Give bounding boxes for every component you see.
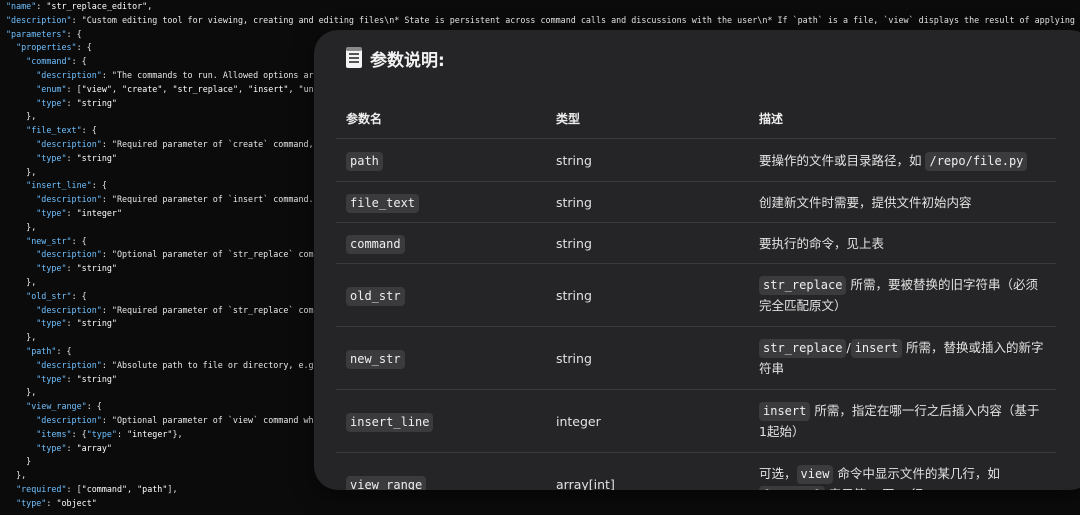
param-description: 要执行的命令，见上表: [749, 222, 1056, 264]
memo-icon: [346, 46, 362, 68]
param-description: str_replace / insert 所需，替换或插入的新字符串: [749, 326, 1056, 390]
code-line: "command": {: [26, 56, 87, 67]
param-type: string: [546, 222, 749, 264]
code-line: "type": "string": [36, 97, 117, 108]
param-type: integer: [546, 389, 749, 453]
code-line: "type": "object": [16, 497, 97, 508]
param-name: file_text: [346, 193, 420, 213]
header-desc: 描述: [749, 98, 1056, 139]
param-name-cell: new_str: [336, 326, 546, 390]
param-type: string: [546, 138, 749, 182]
code-line: "enum": ["view", "create", "str_replace"…: [36, 83, 319, 94]
code-line: },: [6, 221, 37, 232]
param-description: 要操作的文件或目录路径，如 /repo/file.py: [749, 138, 1056, 182]
param-name: insert_line: [346, 412, 434, 432]
param-name: new_str: [346, 349, 405, 369]
description-text: 要执行的命令，见上表: [759, 235, 885, 251]
code-line: "description": "The commands to run. All…: [36, 70, 319, 80]
parameter-panel: 参数说明: 参数名 类型 描述 path string 要操作的文件或目录路径，如 …: [314, 30, 1080, 490]
header-name: 参数名: [336, 98, 546, 139]
code-line: "required": ["command", "path"],: [16, 484, 178, 494]
code-line: },: [6, 470, 27, 481]
code-line: "view_range": {: [26, 401, 102, 412]
param-type: string: [546, 326, 749, 390]
param-description: str_replace 所需，要被替换的旧字符串（必须完全匹配原文）: [749, 263, 1056, 327]
param-name-cell: path: [336, 138, 546, 182]
code-line: "new_str": {: [26, 235, 87, 246]
table-row: file_text string 创建新文件时需要，提供文件初始内容: [336, 181, 1056, 223]
code-line: "path": {: [26, 346, 72, 356]
code-line: },: [6, 277, 37, 287]
param-name-cell: insert_line: [336, 389, 546, 453]
code-line: "type": "string": [36, 263, 117, 274]
code-line: "type": "string": [36, 318, 117, 329]
code-line: "description": "Required parameter of `c…: [36, 139, 314, 149]
inline-code: /repo/file.py: [925, 151, 1028, 171]
code-line: "type": "string": [36, 373, 117, 384]
inline-code: view: [796, 465, 834, 484]
panel-title-text: 参数说明:: [370, 50, 445, 71]
param-type: string: [546, 263, 749, 327]
code-line: "insert_line": {: [26, 180, 107, 191]
code-line: "description": "Optional parameter of `s…: [36, 249, 319, 260]
param-name-cell: view_range: [336, 452, 546, 490]
code-line: "description": "Absolute path to file or…: [36, 359, 319, 370]
param-name: old_str: [346, 286, 405, 306]
inline-code: str_replace: [759, 339, 847, 358]
code-line: "type": "array": [36, 442, 112, 453]
param-description: insert 所需，指定在哪一行之后插入内容（基于1起始）: [749, 389, 1056, 453]
param-description: 创建新文件时需要，提供文件初始内容: [749, 181, 1056, 223]
code-line: "old_str": {: [26, 290, 87, 301]
param-description: 可选，view 命令中显示文件的某几行，如 [10, 20] 表示第10至20行: [749, 452, 1056, 490]
description-text: 可选，: [759, 466, 797, 481]
param-name-cell: command: [336, 222, 546, 264]
inline-code: insert: [759, 402, 811, 421]
code-line: }: [6, 456, 32, 467]
table-row: path string 要操作的文件或目录路径，如 /repo/file.py: [336, 138, 1056, 182]
table-row: view_range array[int] 可选， view 命令中显示文件的某几行，…: [336, 452, 1056, 490]
code-line: "description": "Optional parameter of `v…: [36, 415, 319, 425]
param-name: command: [346, 234, 405, 254]
description-text: 表示第10至20行: [825, 487, 923, 490]
table-row: command string 要执行的命令，见上表: [336, 222, 1056, 264]
param-type: string: [546, 181, 749, 223]
table-header-row: 参数名 类型 描述: [336, 98, 1056, 139]
code-line: "type": "string": [36, 152, 117, 163]
description-text: 创建新文件时需要，提供文件初始内容: [759, 194, 972, 210]
param-type: array[int]: [546, 452, 749, 490]
code-line: },: [6, 332, 37, 343]
code-line: "type": "integer": [36, 208, 123, 218]
code-line: },: [6, 166, 37, 177]
code-line: },: [6, 111, 37, 122]
table-row: old_str string str_replace 所需，要被替换的旧字符串（必须…: [336, 263, 1056, 327]
code-line: "description": "Required parameter of `s…: [36, 304, 319, 315]
header-type: 类型: [546, 98, 749, 139]
code-line: "items": {"type": "integer"},: [36, 428, 183, 439]
description-text: 命令中显示文件的某几行，如: [833, 466, 1000, 481]
table-row: new_str string str_replace / insert 所需，替换或插入…: [336, 326, 1056, 390]
code-line: "name": "str_replace_editor",: [6, 1, 153, 11]
table-row: insert_line integer insert 所需，指定在哪一行之后插入内容…: [336, 389, 1056, 453]
parameter-table: 参数名 类型 描述 path string 要操作的文件或目录路径，如 /repo/…: [336, 98, 1056, 490]
code-line: "description": "Custom editing tool for …: [6, 14, 1080, 25]
code-line: },: [6, 387, 37, 398]
code-line: "parameters": {: [6, 28, 82, 39]
param-name: view_range: [346, 475, 427, 490]
code-line: "properties": {: [16, 42, 92, 53]
param-name: path: [346, 151, 383, 171]
inline-code: [10, 20]: [759, 486, 825, 490]
description-text: 要操作的文件或目录路径，如: [759, 152, 926, 168]
param-name-cell: file_text: [336, 181, 546, 223]
code-line: "file_text": {: [26, 125, 97, 136]
param-name-cell: old_str: [336, 263, 546, 327]
code-line: "description": "Required parameter of `i…: [36, 194, 314, 205]
panel-title: 参数说明:: [346, 44, 445, 72]
inline-code: insert: [850, 339, 903, 358]
inline-code: str_replace: [759, 276, 847, 295]
